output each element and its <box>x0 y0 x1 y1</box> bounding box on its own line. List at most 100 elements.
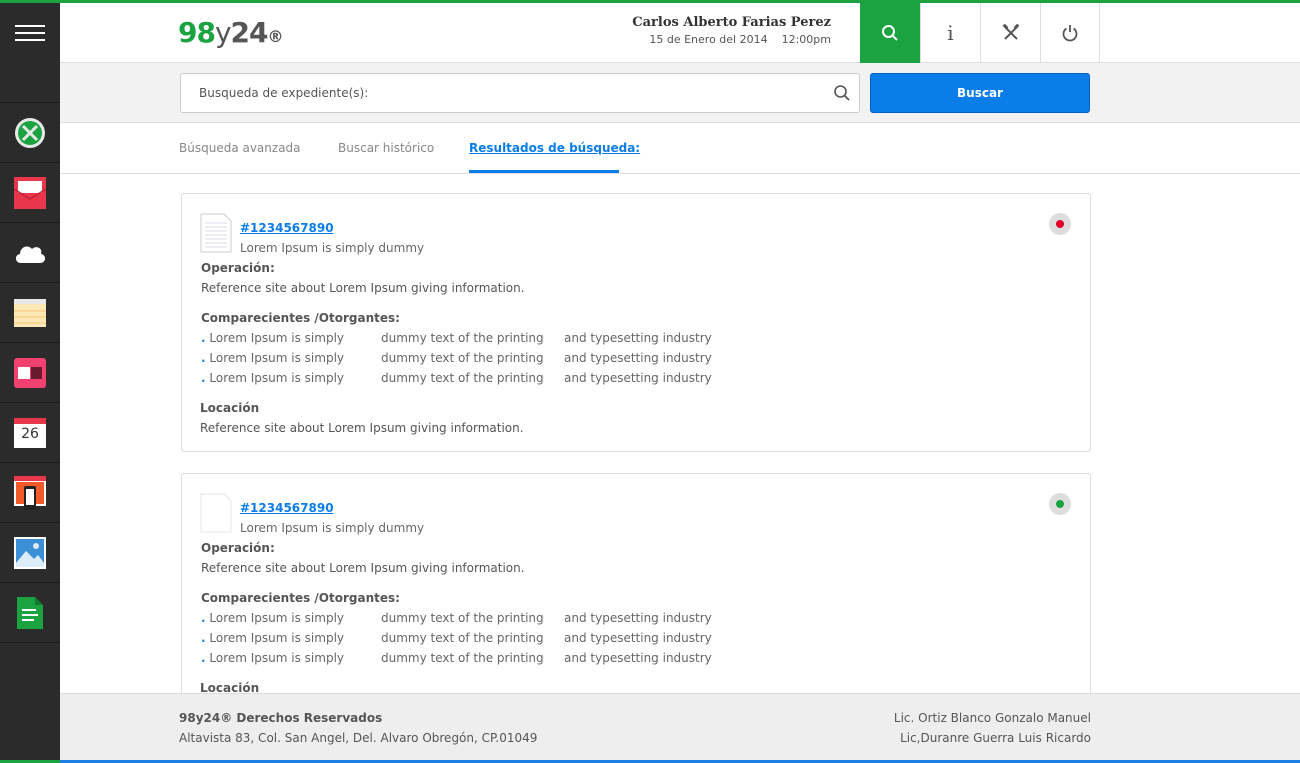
bullet: . <box>201 651 206 665</box>
logo-part-24: 24 <box>230 16 269 49</box>
footer-rights: 98y24® Derechos Reservados <box>179 711 383 725</box>
phone-app-icon <box>14 475 46 510</box>
search-input[interactable] <box>181 74 821 112</box>
compareciente-col3: and typesetting industry <box>564 331 712 345</box>
footer-person-2: Lic,Duranre Guerra Luis Ricardo <box>900 731 1091 745</box>
comparecientes-label: Comparecientes /Otorgantes: <box>201 591 400 605</box>
compareciente-col1: Lorem Ipsum is simply <box>209 351 345 365</box>
compareciente-col1: Lorem Ipsum is simply <box>209 631 345 645</box>
mail-icon <box>14 176 46 209</box>
compareciente-row: . Lorem Ipsum is simply dummy text of th… <box>201 631 801 647</box>
compareciente-name: . Lorem Ipsum is simply <box>201 651 344 665</box>
compareciente-col1: Lorem Ipsum is simply <box>209 371 345 385</box>
sidebar-item-photos[interactable] <box>0 523 60 583</box>
compareciente-col3: and typesetting industry <box>564 611 712 625</box>
bullet: . <box>201 331 206 345</box>
file-icon <box>200 213 232 253</box>
sidebar-item-notes[interactable] <box>0 283 60 343</box>
status-dot <box>1056 220 1064 228</box>
info-button[interactable]: i <box>920 3 980 63</box>
menu-button[interactable] <box>0 0 60 103</box>
calendar-icon: 26 <box>14 417 46 448</box>
logo-registered-mark: ® <box>267 27 284 46</box>
sidebar-item-mail[interactable] <box>0 163 60 223</box>
compareciente-col2: dummy text of the printing <box>381 331 544 345</box>
expediente-subtitle: Lorem Ipsum is simply dummy <box>240 241 425 255</box>
calendar-day: 26 <box>21 425 39 442</box>
info-icon: i <box>947 21 954 45</box>
compareciente-col2: dummy text of the printing <box>381 371 544 385</box>
current-date: 15 de Enero del 2014 <box>649 33 768 46</box>
sidebar-item-calendar[interactable]: 26 <box>0 403 60 463</box>
xbox-icon <box>15 117 45 148</box>
active-tab-indicator <box>469 170 619 173</box>
tabs: Búsqueda avanzada Buscar histórico Resul… <box>60 123 1300 174</box>
tab-busqueda-avanzada[interactable]: Búsqueda avanzada <box>179 141 301 155</box>
bullet: . <box>201 371 206 385</box>
tab-resultados[interactable]: Resultados de búsqueda: <box>469 141 640 155</box>
sidebar: 26 <box>0 0 60 763</box>
expediente-link[interactable]: #1234567890 <box>240 501 334 515</box>
locacion-text: Reference site about Lorem Ipsum giving … <box>200 421 524 435</box>
footer-address: Altavista 83, Col. San Angel, Del. Alvar… <box>179 731 538 745</box>
compareciente-row: . Lorem Ipsum is simply dummy text of th… <box>201 611 801 627</box>
header: 98y24® Carlos Alberto Farias Perez 15 de… <box>60 3 1300 63</box>
compareciente-col2: dummy text of the printing <box>381 351 544 365</box>
compareciente-name: . Lorem Ipsum is simply <box>201 631 344 645</box>
compareciente-name: . Lorem Ipsum is simply <box>201 371 344 385</box>
sidebar-item-phone-app[interactable] <box>0 463 60 523</box>
hamburger-icon-line <box>15 39 45 41</box>
logo-part-98: 98 <box>178 16 216 49</box>
compareciente-col1: Lorem Ipsum is simply <box>209 651 345 665</box>
expediente-link[interactable]: #1234567890 <box>240 221 334 235</box>
sidebar-item-calendar-badge[interactable] <box>0 343 60 403</box>
document-icon <box>17 596 43 629</box>
search-icon <box>882 25 898 41</box>
compareciente-col3: and typesetting industry <box>564 371 712 385</box>
bullet: . <box>201 351 206 365</box>
search-icon[interactable] <box>833 84 851 102</box>
compareciente-row: . Lorem Ipsum is simply dummy text of th… <box>201 371 801 387</box>
compareciente-col3: and typesetting industry <box>564 651 712 665</box>
operacion-text: Reference site about Lorem Ipsum giving … <box>201 281 525 295</box>
tools-button[interactable] <box>980 3 1040 63</box>
search-bar: Buscar <box>60 63 1300 123</box>
bullet: . <box>201 631 206 645</box>
status-indicator <box>1049 213 1071 235</box>
operacion-label: Operación: <box>201 261 275 275</box>
compareciente-name: . Lorem Ipsum is simply <box>201 611 344 625</box>
footer-person-1: Lic. Ortiz Blanco Gonzalo Manuel <box>893 711 1091 725</box>
notes-icon <box>14 298 46 327</box>
compareciente-row: . Lorem Ipsum is simply dummy text of th… <box>201 651 801 667</box>
compareciente-col2: dummy text of the printing <box>381 611 544 625</box>
logo[interactable]: 98y24® <box>178 16 284 49</box>
calendar-badge-icon <box>14 357 46 388</box>
compareciente-name: . Lorem Ipsum is simply <box>201 351 344 365</box>
hamburger-icon <box>15 25 45 27</box>
compareciente-col1: Lorem Ipsum is simply <box>209 611 345 625</box>
file-icon <box>200 493 232 533</box>
compareciente-row: . Lorem Ipsum is simply dummy text of th… <box>201 351 801 367</box>
tab-buscar-historico[interactable]: Buscar histórico <box>338 141 434 155</box>
bullet: . <box>201 611 206 625</box>
compareciente-col3: and typesetting industry <box>564 351 712 365</box>
sidebar-item-xbox[interactable] <box>0 103 60 163</box>
compareciente-col2: dummy text of the printing <box>381 651 544 665</box>
result-card: #1234567890 Lorem Ipsum is simply dummy … <box>181 473 1091 693</box>
compareciente-col2: dummy text of the printing <box>381 631 544 645</box>
sidebar-item-document[interactable] <box>0 583 60 643</box>
user-info: Carlos Alberto Farias Perez 15 de Enero … <box>632 15 831 46</box>
sidebar-item-cloud[interactable] <box>0 223 60 283</box>
search-box <box>180 73 860 113</box>
search-button[interactable]: Buscar <box>870 73 1090 113</box>
operacion-label: Operación: <box>201 541 275 555</box>
status-dot <box>1056 500 1064 508</box>
photos-icon <box>14 536 46 569</box>
search-nav-button[interactable] <box>860 3 920 63</box>
power-button[interactable] <box>1040 3 1100 63</box>
logo-part-y: y <box>214 16 232 49</box>
footer: 98y24® Derechos Reservados Altavista 83,… <box>60 693 1300 760</box>
compareciente-col1: Lorem Ipsum is simply <box>209 331 345 345</box>
hamburger-icon-line <box>15 32 45 34</box>
expediente-subtitle: Lorem Ipsum is simply dummy <box>240 521 425 535</box>
